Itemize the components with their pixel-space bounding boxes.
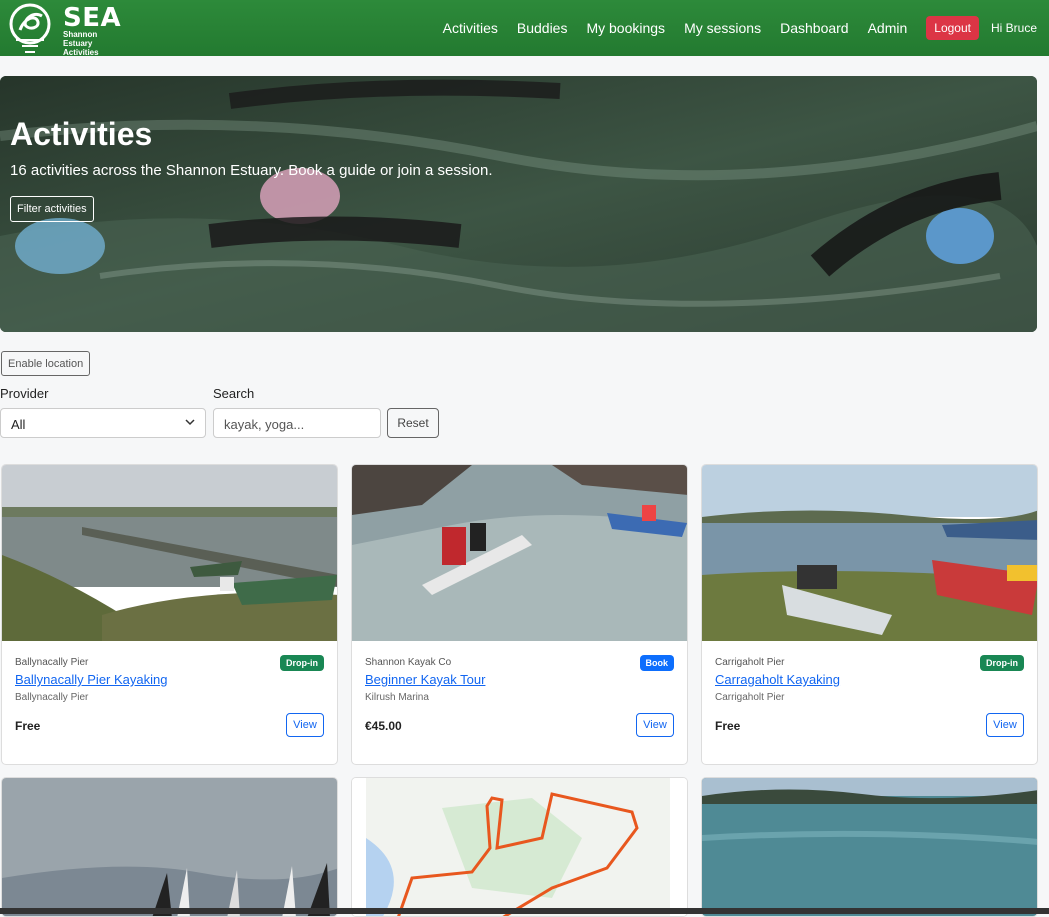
view-button[interactable]: View xyxy=(636,713,674,737)
nav-links: Activities Buddies My bookings My sessio… xyxy=(443,0,1049,56)
brand-sub-line1: Shannon xyxy=(63,30,98,39)
status-badge: Drop-in xyxy=(280,655,324,671)
chevron-down-icon xyxy=(185,419,195,426)
provider-select-value: All xyxy=(11,417,26,432)
activity-image xyxy=(702,465,1037,641)
bottom-scrollbar xyxy=(0,908,1049,914)
search-label: Search xyxy=(213,386,255,401)
brand-sub-line2: Estuary Activities xyxy=(63,39,99,57)
card-price: Free xyxy=(15,719,41,733)
filter-activities-button[interactable]: Filter activities xyxy=(10,196,94,222)
nav-admin[interactable]: Admin xyxy=(868,20,908,36)
activity-card: Ballynacally Pier Drop-in Ballynacally P… xyxy=(1,464,338,765)
provider-label: Provider xyxy=(0,386,49,401)
user-greeting: Hi Bruce xyxy=(990,21,1037,35)
route-map-image xyxy=(352,778,687,916)
view-button[interactable]: View xyxy=(286,713,324,737)
nav-dashboard[interactable]: Dashboard xyxy=(780,20,849,36)
activity-card xyxy=(1,777,338,917)
activity-image xyxy=(2,778,337,916)
top-navbar: SEA Shannon Estuary Activities Activitie… xyxy=(0,0,1049,57)
brand-name: SEA xyxy=(63,3,122,33)
card-price: Free xyxy=(715,719,741,733)
logout-button[interactable]: Logout xyxy=(926,16,979,40)
activity-card: Shannon Kayak Co Book Beginner Kayak Tou… xyxy=(351,464,688,765)
nav-buddies[interactable]: Buddies xyxy=(517,20,568,36)
card-provider: Shannon Kayak Co xyxy=(365,657,452,668)
hero-swimmers-image xyxy=(0,76,1037,332)
card-location: Carrigaholt Pier xyxy=(715,692,785,703)
nav-my-bookings[interactable]: My bookings xyxy=(586,20,665,36)
provider-select[interactable]: All xyxy=(0,408,206,438)
view-button[interactable]: View xyxy=(986,713,1024,737)
card-provider: Ballynacally Pier xyxy=(15,657,89,668)
card-price: €45.00 xyxy=(365,719,402,733)
activity-card: Carrigaholt Pier Drop-in Carragaholt Kay… xyxy=(701,464,1038,765)
activity-card xyxy=(351,777,688,917)
nav-activities[interactable]: Activities xyxy=(443,20,498,36)
activity-image xyxy=(702,778,1037,916)
brand-subtitle: Shannon Estuary Activities xyxy=(63,30,123,57)
brand-logo[interactable]: SEA Shannon Estuary Activities xyxy=(8,0,122,57)
sea-logo-icon xyxy=(9,3,51,53)
hero-banner: Activities 16 activities across the Shan… xyxy=(0,76,1037,332)
card-location: Kilrush Marina xyxy=(365,692,429,703)
search-input[interactable]: kayak, yoga... xyxy=(213,408,381,438)
activity-image xyxy=(2,465,337,641)
hero-subtitle: 16 activities across the Shannon Estuary… xyxy=(10,162,493,179)
activity-card xyxy=(701,777,1038,917)
card-provider: Carrigaholt Pier xyxy=(715,657,785,668)
activity-image xyxy=(352,465,687,641)
card-title-link[interactable]: Ballynacally Pier Kayaking xyxy=(15,672,167,687)
card-title-link[interactable]: Beginner Kayak Tour xyxy=(365,672,485,687)
nav-my-sessions[interactable]: My sessions xyxy=(684,20,761,36)
card-location: Ballynacally Pier xyxy=(15,692,89,703)
enable-location-button[interactable]: Enable location xyxy=(1,351,91,376)
status-badge: Drop-in xyxy=(980,655,1024,671)
status-badge: Book xyxy=(639,655,674,671)
reset-button[interactable]: Reset xyxy=(387,408,439,438)
hero-title: Activities xyxy=(10,116,153,152)
card-title-link[interactable]: Carragaholt Kayaking xyxy=(715,672,840,687)
